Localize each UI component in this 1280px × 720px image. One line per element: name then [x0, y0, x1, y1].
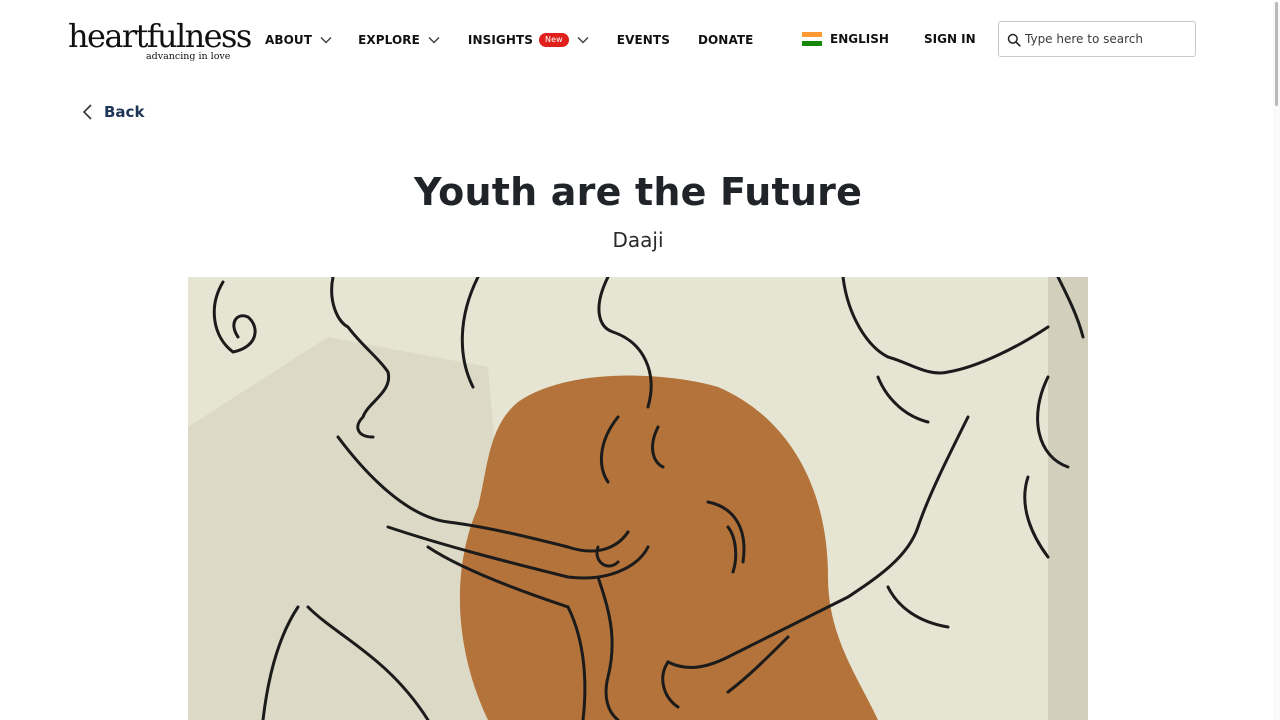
scrollbar-thumb[interactable] — [1275, 2, 1278, 106]
nav-events-label: EVENTS — [616, 33, 670, 47]
nav-explore-label: EXPLORE — [358, 33, 420, 47]
nav-donate[interactable]: DONATE — [698, 33, 754, 47]
nav-explore[interactable]: EXPLORE — [358, 33, 440, 47]
search-box — [998, 21, 1196, 57]
chevron-down-icon — [320, 36, 332, 44]
new-badge: New — [539, 33, 569, 47]
language-selector[interactable]: ENGLISH — [802, 32, 889, 47]
chevron-down-icon — [428, 36, 440, 44]
search-icon — [1007, 33, 1021, 47]
heartfulness-logo[interactable]: heartfulness advancing in love — [68, 14, 252, 64]
article-hero-illustration — [188, 277, 1088, 720]
nav-insights-label: INSIGHTS — [467, 33, 534, 47]
nav-events[interactable]: EVENTS — [617, 33, 670, 47]
sign-in-link[interactable]: SIGN IN — [924, 32, 976, 46]
site-header: heartfulness advancing in love ABOUT EXP… — [0, 0, 1280, 80]
logo-tagline: advancing in love — [146, 51, 231, 62]
line-art-illustration — [188, 277, 1088, 720]
back-label: Back — [104, 103, 145, 121]
chevron-left-icon — [82, 104, 92, 120]
language-label: ENGLISH — [830, 32, 889, 46]
page-scrollbar[interactable] — [1273, 0, 1280, 720]
back-link[interactable]: Back — [80, 102, 144, 122]
main-nav: ABOUT EXPLORE INSIGHTS New EVENTS DONATE — [265, 30, 753, 50]
nav-donate-label: DONATE — [697, 33, 754, 47]
india-flag-icon — [802, 32, 822, 47]
search-input[interactable] — [1025, 28, 1189, 50]
nav-about[interactable]: ABOUT — [265, 33, 332, 47]
article-title: Youth are the Future — [413, 170, 863, 214]
chevron-down-icon — [577, 36, 589, 44]
nav-insights[interactable]: INSIGHTS New — [468, 33, 589, 47]
article-author: Daaji — [612, 228, 664, 252]
nav-about-label: ABOUT — [265, 33, 313, 47]
